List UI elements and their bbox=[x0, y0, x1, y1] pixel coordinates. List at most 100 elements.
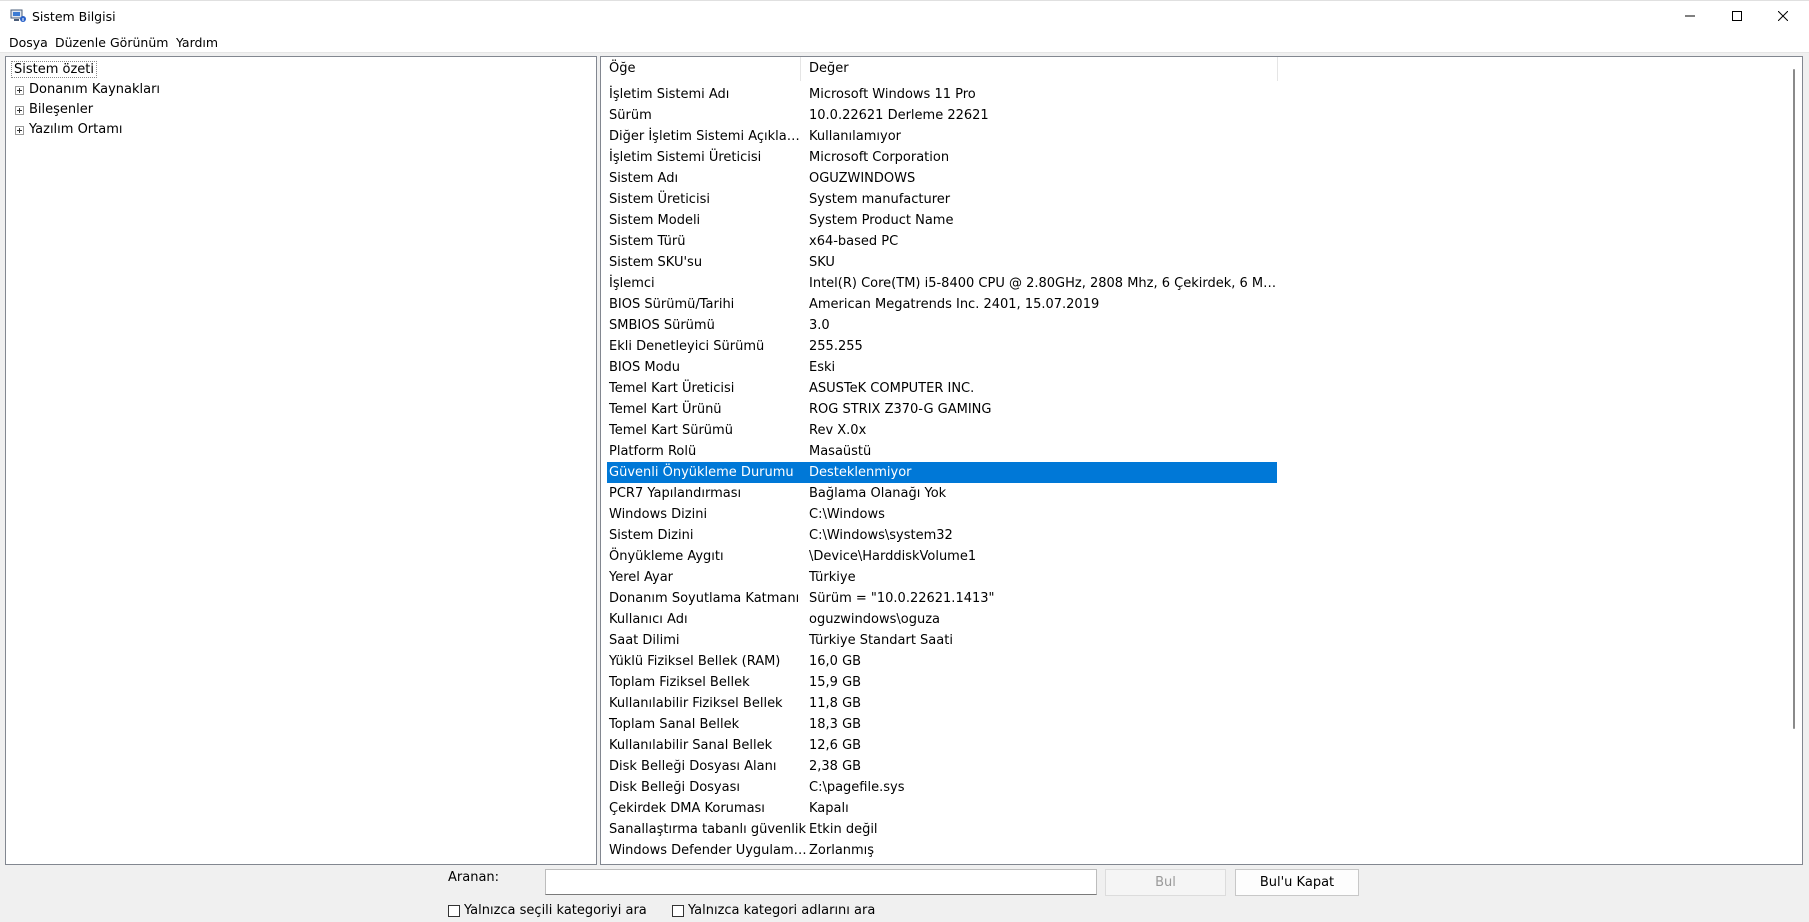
expand-plus-icon[interactable] bbox=[15, 125, 24, 135]
row-value-cell: Bağlama Olanağı Yok bbox=[809, 486, 947, 501]
table-row[interactable]: Toplam Fiziksel Bellek 15,9 GB bbox=[607, 672, 1277, 693]
row-item-cell: Güvenli Önyükleme Durumu bbox=[609, 465, 794, 480]
system-information-window: Sistem Bilgisi Dosya Düzenle Görünüm Yar… bbox=[0, 0, 1809, 922]
title-bar[interactable]: Sistem Bilgisi bbox=[0, 1, 1809, 33]
row-value-cell: C:\Windows\system32 bbox=[809, 528, 953, 543]
list-header: Öğe Değer bbox=[601, 57, 1802, 81]
row-value-cell: 16,0 GB bbox=[809, 654, 862, 669]
vertical-scrollbar[interactable] bbox=[1791, 69, 1797, 729]
table-row[interactable]: Donanım Soyutlama Katmanı Sürüm = "10.0.2… bbox=[607, 588, 1277, 609]
find-button[interactable]: Bul bbox=[1105, 869, 1226, 896]
table-row[interactable]: Temel Kart Sürümü Rev X.0x bbox=[607, 420, 1277, 441]
table-row[interactable]: İşletim Sistemi Adı Microsoft Windows 11 … bbox=[607, 84, 1277, 105]
column-header-item[interactable]: Öğe bbox=[601, 57, 801, 81]
table-row[interactable]: SMBIOS Sürümü 3.0 bbox=[607, 315, 1277, 336]
menu-yardim[interactable]: Yardım bbox=[176, 35, 218, 50]
menu-gorunum[interactable]: Görünüm bbox=[110, 35, 168, 50]
row-item-cell: SMBIOS Sürümü bbox=[609, 318, 715, 333]
menu-dosya[interactable]: Dosya bbox=[9, 35, 48, 50]
minimize-button[interactable] bbox=[1667, 1, 1713, 33]
row-item-cell: Yerel Ayar bbox=[609, 570, 674, 585]
row-item-cell: Diğer İşletim Sistemi Açıklaması bbox=[609, 129, 807, 144]
row-value-cell: ASUSTeK COMPUTER INC. bbox=[809, 381, 975, 396]
row-value-cell: Türkiye Standart Saati bbox=[809, 633, 953, 648]
row-value-cell: System Product Name bbox=[809, 213, 954, 228]
maximize-button[interactable] bbox=[1714, 1, 1760, 33]
row-item-cell: Sistem Modeli bbox=[609, 213, 701, 228]
menu-duzenle[interactable]: Düzenle bbox=[55, 35, 106, 50]
details-list[interactable]: Öğe Değer İşletim Sistemi Adı Microsoft W… bbox=[600, 56, 1803, 865]
row-item-cell: Toplam Fiziksel Bellek bbox=[609, 675, 750, 690]
table-row[interactable]: BIOS Modu Eski bbox=[607, 357, 1277, 378]
row-value-cell: SKU bbox=[809, 255, 835, 270]
table-row[interactable]: Çekirdek DMA Koruması Kapalı bbox=[607, 798, 1277, 819]
table-row[interactable]: Toplam Sanal Bellek 18,3 GB bbox=[607, 714, 1277, 735]
row-value-cell: \Device\HarddiskVolume1 bbox=[809, 549, 977, 564]
row-value-cell: x64-based PC bbox=[809, 234, 899, 249]
table-row[interactable]: Sanallaştırma tabanlı güvenlik Etkin deği… bbox=[607, 819, 1277, 840]
row-item-cell: Kullanıcı Adı bbox=[609, 612, 688, 627]
table-row[interactable]: Önyükleme Aygıtı \Device\HarddiskVolume1 bbox=[607, 546, 1277, 567]
tree-item-system-summary[interactable]: Sistem özeti bbox=[11, 61, 98, 78]
row-item-cell: Donanım Soyutlama Katmanı bbox=[609, 591, 800, 606]
expand-plus-icon[interactable] bbox=[15, 105, 24, 115]
table-row[interactable]: Ekli Denetleyici Sürümü 255.255 bbox=[607, 336, 1277, 357]
table-row[interactable]: İşlemci Intel(R) Core(TM) i5-8400 CPU @ 2… bbox=[607, 273, 1277, 294]
close-find-button[interactable]: Bul'u Kapat bbox=[1235, 869, 1359, 896]
row-value-cell: OGUZWINDOWS bbox=[809, 171, 916, 186]
column-header-value[interactable]: Değer bbox=[801, 57, 1278, 81]
tree-item-software-environment[interactable]: Yazılım Ortamı bbox=[12, 120, 123, 140]
table-row[interactable]: Kullanılabilir Sanal Bellek 12,6 GB bbox=[607, 735, 1277, 756]
table-row[interactable]: Disk Belleği Dosyası Alanı 2,38 GB bbox=[607, 756, 1277, 777]
table-row[interactable]: Yüklü Fiziksel Bellek (RAM) 16,0 GB bbox=[607, 651, 1277, 672]
table-row[interactable]: Sistem Dizini C:\Windows\system32 bbox=[607, 525, 1277, 546]
table-row[interactable]: Yerel Ayar Türkiye bbox=[607, 567, 1277, 588]
row-value-cell: 2,38 GB bbox=[809, 759, 862, 774]
table-row[interactable]: Sistem SKU'su SKU bbox=[607, 252, 1277, 273]
scrollbar-thumb[interactable] bbox=[1793, 69, 1795, 729]
row-item-cell: Sistem Türü bbox=[609, 234, 686, 249]
search-input[interactable] bbox=[545, 869, 1097, 895]
row-item-cell: Toplam Sanal Bellek bbox=[609, 717, 740, 732]
menu-bar: Dosya Düzenle Görünüm Yardım bbox=[0, 33, 1809, 53]
table-row[interactable]: Windows Dizini C:\Windows bbox=[607, 504, 1277, 525]
table-row[interactable]: Sistem Modeli System Product Name bbox=[607, 210, 1277, 231]
row-value-cell: Intel(R) Core(TM) i5-8400 CPU @ 2.80GHz,… bbox=[809, 276, 1277, 291]
table-row[interactable]: Sistem Üreticisi System manufacturer bbox=[607, 189, 1277, 210]
table-row[interactable]: Güvenli Önyükleme Durumu Desteklenmiyor bbox=[607, 462, 1277, 483]
row-value-cell: Microsoft Corporation bbox=[809, 150, 950, 165]
table-row[interactable]: PCR7 Yapılandırması Bağlama Olanağı Yok bbox=[607, 483, 1277, 504]
table-row[interactable]: Kullanılabilir Fiziksel Bellek 11,8 GB bbox=[607, 693, 1277, 714]
search-selected-category-checkbox[interactable]: Yalnızca seçili kategoriyi ara bbox=[448, 903, 647, 918]
table-row[interactable]: Platform Rolü Masaüstü bbox=[607, 441, 1277, 462]
row-item-cell: Platform Rolü bbox=[609, 444, 697, 459]
table-row[interactable]: Sistem Adı OGUZWINDOWS bbox=[607, 168, 1277, 189]
table-row[interactable]: Saat Dilimi Türkiye Standart Saati bbox=[607, 630, 1277, 651]
category-tree[interactable]: Sistem özeti Donanım Kaynakları Bileşenl… bbox=[5, 56, 597, 865]
row-value-cell: System manufacturer bbox=[809, 192, 951, 207]
table-row[interactable]: Disk Belleği Dosyası C:\pagefile.sys bbox=[607, 777, 1277, 798]
table-row[interactable]: Diğer İşletim Sistemi Açıklaması Kullanıl… bbox=[607, 126, 1277, 147]
table-row[interactable]: Kullanıcı Adı oguzwindows\oguza bbox=[607, 609, 1277, 630]
table-row[interactable]: Sistem Türü x64-based PC bbox=[607, 231, 1277, 252]
table-row[interactable]: İşletim Sistemi Üreticisi Microsoft Corpo… bbox=[607, 147, 1277, 168]
tree-item-components[interactable]: Bileşenler bbox=[12, 100, 93, 120]
table-row[interactable]: Sürüm 10.0.22621 Derleme 22621 bbox=[607, 105, 1277, 126]
table-row[interactable]: Temel Kart Ürünü ROG STRIX Z370-G GAMING bbox=[607, 399, 1277, 420]
row-value-cell: 18,3 GB bbox=[809, 717, 862, 732]
tree-item-hardware-resources[interactable]: Donanım Kaynakları bbox=[12, 80, 160, 100]
row-value-cell: 3.0 bbox=[809, 318, 830, 333]
row-value-cell: Desteklenmiyor bbox=[809, 465, 912, 480]
row-item-cell: Windows Defender Uygulama ... bbox=[609, 843, 807, 858]
checkbox-box[interactable] bbox=[672, 904, 684, 917]
row-item-cell: İşlemci bbox=[609, 276, 655, 291]
close-button[interactable] bbox=[1760, 1, 1806, 33]
table-row[interactable]: BIOS Sürümü/Tarihi American Megatrends In… bbox=[607, 294, 1277, 315]
search-category-names-checkbox[interactable]: Yalnızca kategori adlarını ara bbox=[672, 903, 875, 918]
checkbox-box[interactable] bbox=[448, 904, 460, 917]
row-item-cell: Temel Kart Üreticisi bbox=[609, 381, 735, 396]
table-row[interactable]: Temel Kart Üreticisi ASUSTeK COMPUTER INC… bbox=[607, 378, 1277, 399]
row-value-cell: 10.0.22621 Derleme 22621 bbox=[809, 108, 989, 123]
table-row[interactable]: Windows Defender Uygulama ... Zorlanmış bbox=[607, 840, 1277, 861]
expand-plus-icon[interactable] bbox=[15, 85, 24, 95]
